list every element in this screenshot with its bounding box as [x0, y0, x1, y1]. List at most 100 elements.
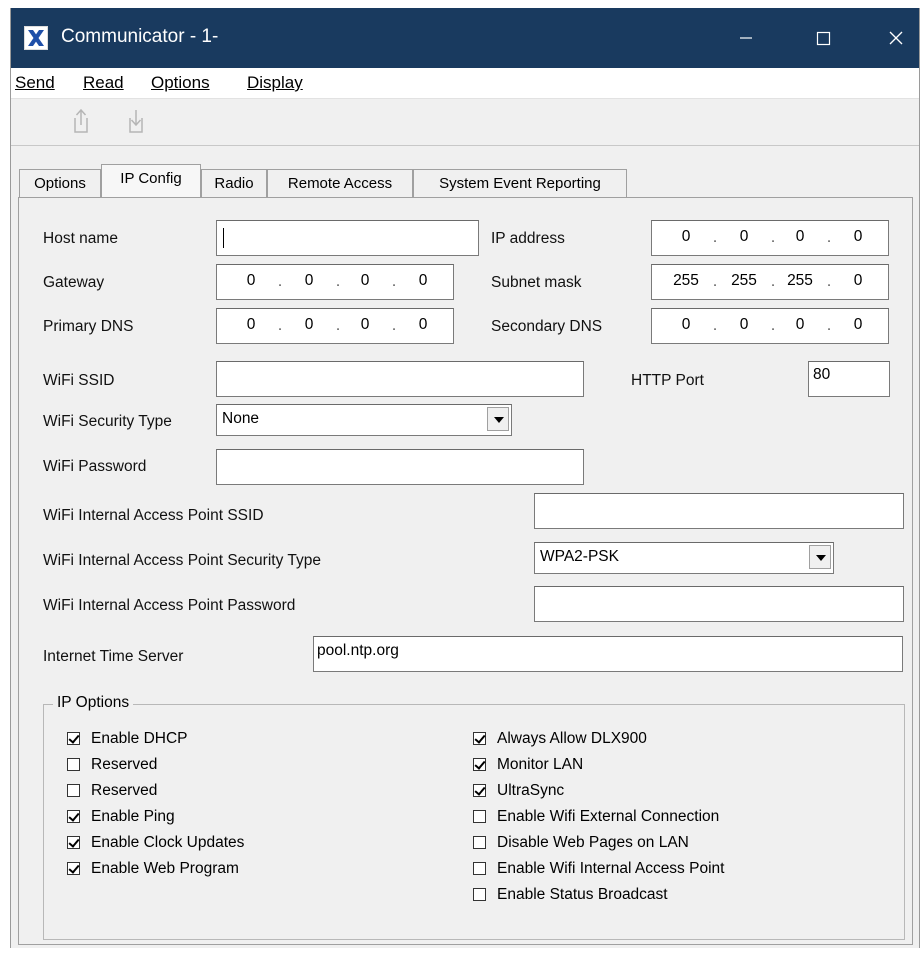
ap-password-field[interactable] — [534, 586, 904, 622]
checkbox-label: Enable Status Broadcast — [497, 886, 668, 903]
checkbox-unchecked[interactable] — [67, 784, 80, 797]
secondary-dns-field[interactable]: 0 . 0 . 0 . 0 — [651, 308, 889, 344]
menu-send-label: Send — [15, 73, 55, 92]
tab-options[interactable]: Options — [19, 169, 101, 197]
download-icon[interactable] — [121, 106, 151, 136]
checkbox-checked[interactable] — [473, 784, 486, 797]
gateway-octet-1: 0 — [246, 272, 256, 289]
checkbox-unchecked[interactable] — [473, 862, 486, 875]
checkbox-unchecked[interactable] — [473, 888, 486, 901]
checkbox-checked[interactable] — [67, 810, 80, 823]
ap-ssid-label: WiFi Internal Access Point SSID — [43, 507, 264, 524]
subnet-mask-octet-2: 255 — [731, 272, 757, 289]
ip-address-octet-1: 0 — [681, 228, 691, 245]
ip-address-octet-4: 0 — [853, 228, 863, 245]
checkbox-checked[interactable] — [473, 732, 486, 745]
menu-bar: Send Read Options Display — [11, 68, 919, 99]
primary-dns-octet-1: 0 — [246, 316, 256, 333]
primary-dns-octet-2: 0 — [304, 316, 314, 333]
host-name-field[interactable] — [216, 220, 479, 256]
checkbox-label: Reserved — [91, 782, 158, 799]
minimize-button[interactable] — [711, 8, 781, 68]
ap-password-label: WiFi Internal Access Point Password — [43, 597, 296, 614]
secondary-dns-octet-4: 0 — [853, 316, 863, 333]
menu-read[interactable]: Read — [83, 73, 124, 93]
checkbox-unchecked[interactable] — [67, 758, 80, 771]
ap-ssid-field[interactable] — [534, 493, 904, 529]
tab-system-event-reporting-label: System Event Reporting — [439, 175, 601, 192]
checkbox-checked[interactable] — [67, 862, 80, 875]
ip-address-octet-2: 0 — [739, 228, 749, 245]
ap-security-type-label: WiFi Internal Access Point Security Type — [43, 552, 321, 569]
wifi-ssid-field[interactable] — [216, 361, 584, 397]
ip-address-field[interactable]: 0 . 0 . 0 . 0 — [651, 220, 889, 256]
maximize-button[interactable] — [789, 8, 859, 68]
wifi-security-type-select[interactable]: None — [216, 404, 512, 436]
checkbox-label: Enable Wifi Internal Access Point — [497, 860, 725, 877]
ip-dot: . — [391, 273, 397, 290]
tab-system-event-reporting[interactable]: System Event Reporting — [413, 169, 627, 197]
primary-dns-label: Primary DNS — [43, 318, 134, 335]
http-port-value: 80 — [813, 366, 831, 383]
wifi-password-label: WiFi Password — [43, 458, 147, 475]
toolbar — [11, 99, 919, 146]
checkbox-checked[interactable] — [473, 758, 486, 771]
ip-dot: . — [826, 229, 832, 246]
tab-radio-label: Radio — [214, 175, 254, 192]
tab-remote-access[interactable]: Remote Access — [267, 169, 413, 197]
menu-send[interactable]: Send — [15, 73, 55, 93]
secondary-dns-octet-3: 0 — [795, 316, 805, 333]
close-button[interactable] — [861, 8, 919, 68]
ip-dot: . — [277, 273, 283, 290]
secondary-dns-octet-2: 0 — [739, 316, 749, 333]
window-title: Communicator - 1- — [61, 26, 219, 47]
chevron-down-icon[interactable] — [487, 407, 509, 431]
checkbox-checked[interactable] — [67, 836, 80, 849]
checkbox-label: Enable Ping — [91, 808, 175, 825]
checkbox-label: Always Allow DLX900 — [497, 730, 647, 747]
checkbox-label: Enable Web Program — [91, 860, 239, 877]
title-bar[interactable]: Communicator - 1- — [11, 8, 919, 68]
wifi-security-type-label: WiFi Security Type — [43, 413, 172, 430]
checkbox-unchecked[interactable] — [473, 836, 486, 849]
ap-security-type-value: WPA2-PSK — [540, 548, 619, 565]
tab-ip-config[interactable]: IP Config — [101, 164, 201, 197]
time-server-field[interactable]: pool.ntp.org — [313, 636, 903, 672]
primary-dns-octet-4: 0 — [418, 316, 428, 333]
checkbox-unchecked[interactable] — [473, 810, 486, 823]
checkbox-label: Reserved — [91, 756, 158, 773]
menu-display[interactable]: Display — [247, 73, 303, 93]
checkbox-checked[interactable] — [67, 732, 80, 745]
tab-radio[interactable]: Radio — [201, 169, 267, 197]
ap-security-type-select[interactable]: WPA2-PSK — [534, 542, 834, 574]
tab-options-label: Options — [34, 175, 86, 192]
menu-options-label: Options — [151, 73, 210, 92]
checkbox-label: Enable DHCP — [91, 730, 188, 747]
primary-dns-field[interactable]: 0 . 0 . 0 . 0 — [216, 308, 454, 344]
http-port-label: HTTP Port — [631, 372, 704, 389]
upload-icon[interactable] — [66, 106, 96, 136]
gateway-label: Gateway — [43, 274, 105, 291]
wifi-security-type-value: None — [222, 410, 260, 427]
gateway-octet-3: 0 — [360, 272, 370, 289]
menu-read-label: Read — [83, 73, 124, 92]
http-port-field[interactable]: 80 — [808, 361, 890, 397]
subnet-mask-octet-3: 255 — [787, 272, 813, 289]
secondary-dns-label: Secondary DNS — [491, 318, 603, 335]
primary-dns-octet-3: 0 — [360, 316, 370, 333]
menu-options[interactable]: Options — [151, 73, 210, 93]
ip-dot: . — [335, 273, 341, 290]
ip-address-octet-3: 0 — [795, 228, 805, 245]
gateway-octet-4: 0 — [418, 272, 428, 289]
app-icon — [24, 26, 48, 50]
wifi-password-field[interactable] — [216, 449, 584, 485]
subnet-mask-octet-4: 0 — [853, 272, 863, 289]
ip-options-title: IP Options — [53, 694, 134, 712]
subnet-mask-octet-1: 255 — [673, 272, 699, 289]
subnet-mask-field[interactable]: 255 . 255 . 255 . 0 — [651, 264, 889, 300]
gateway-field[interactable]: 0 . 0 . 0 . 0 — [216, 264, 454, 300]
chevron-down-icon[interactable] — [809, 545, 831, 569]
communicator-window: Communicator - 1- Send Read Options Disp… — [10, 8, 920, 948]
host-name-label: Host name — [43, 230, 118, 247]
checkbox-label: Disable Web Pages on LAN — [497, 834, 689, 851]
